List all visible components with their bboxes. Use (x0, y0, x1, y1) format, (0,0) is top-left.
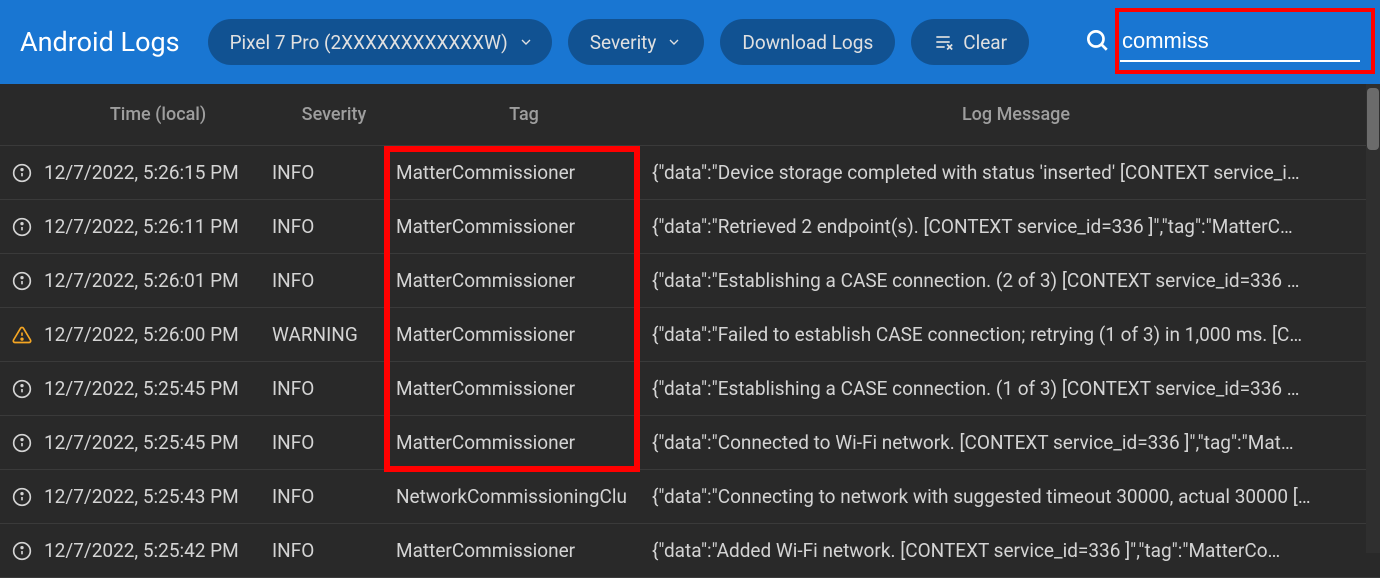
download-logs-label: Download Logs (742, 31, 873, 54)
cell-tag: MatterCommissioner (396, 269, 652, 292)
chevron-down-icon (666, 34, 682, 50)
warning-icon (0, 325, 44, 345)
info-icon (0, 271, 44, 291)
cell-severity: INFO (272, 161, 396, 184)
cell-message: {"data":"Failed to establish CASE connec… (652, 323, 1380, 346)
cell-tag: MatterCommissioner (396, 161, 652, 184)
table-body: 12/7/2022, 5:26:15 PM INFO MatterCommiss… (0, 146, 1380, 578)
info-icon (0, 541, 44, 561)
info-icon (0, 487, 44, 507)
cell-severity: INFO (272, 377, 396, 400)
device-label: Pixel 7 Pro (2XXXXXXXXXXXXW) (230, 31, 508, 54)
table-row[interactable]: 12/7/2022, 5:25:45 PM INFO MatterCommiss… (0, 416, 1380, 470)
cell-tag: MatterCommissioner (396, 539, 652, 562)
cell-tag: NetworkCommissioningClu (396, 485, 652, 508)
cell-message: {"data":"Connected to Wi-Fi network. [CO… (652, 431, 1380, 454)
cell-tag: MatterCommissioner (396, 431, 652, 454)
clear-label: Clear (963, 31, 1007, 54)
table-row[interactable]: 12/7/2022, 5:25:43 PM INFO NetworkCommis… (0, 470, 1380, 524)
severity-filter[interactable]: Severity (568, 19, 705, 65)
table-header: Time (local) Severity Tag Log Message (0, 84, 1380, 146)
table-row[interactable]: 12/7/2022, 5:25:45 PM INFO MatterCommiss… (0, 362, 1380, 416)
info-icon (0, 379, 44, 399)
chevron-down-icon (518, 34, 534, 50)
cell-time: 12/7/2022, 5:26:11 PM (44, 215, 272, 238)
cell-time: 12/7/2022, 5:25:45 PM (44, 431, 272, 454)
cell-severity: INFO (272, 485, 396, 508)
search-icon (1084, 27, 1110, 57)
cell-severity: WARNING (272, 323, 396, 346)
table-row[interactable]: 12/7/2022, 5:26:15 PM INFO MatterCommiss… (0, 146, 1380, 200)
cell-message: {"data":"Connecting to network with sugg… (652, 485, 1380, 508)
device-selector[interactable]: Pixel 7 Pro (2XXXXXXXXXXXXW) (208, 19, 552, 65)
cell-time: 12/7/2022, 5:25:43 PM (44, 485, 272, 508)
cell-tag: MatterCommissioner (396, 323, 652, 346)
table-row[interactable]: 12/7/2022, 5:26:11 PM INFO MatterCommiss… (0, 200, 1380, 254)
cell-message: {"data":"Added Wi-Fi network. [CONTEXT s… (652, 539, 1380, 562)
cell-severity: INFO (272, 539, 396, 562)
col-header-message[interactable]: Log Message (652, 104, 1380, 125)
download-logs-button[interactable]: Download Logs (720, 19, 895, 65)
info-icon (0, 163, 44, 183)
vertical-scrollbar[interactable] (1366, 84, 1380, 553)
clear-list-icon (933, 32, 953, 52)
cell-tag: MatterCommissioner (396, 215, 652, 238)
page-title: Android Logs (20, 26, 180, 58)
cell-time: 12/7/2022, 5:25:42 PM (44, 539, 272, 562)
cell-message: {"data":"Device storage completed with s… (652, 161, 1380, 184)
cell-message: {"data":"Establishing a CASE connection.… (652, 377, 1380, 400)
col-header-severity[interactable]: Severity (272, 104, 396, 125)
cell-severity: INFO (272, 215, 396, 238)
col-header-tag[interactable]: Tag (396, 104, 652, 125)
table-row[interactable]: 12/7/2022, 5:26:01 PM INFO MatterCommiss… (0, 254, 1380, 308)
cell-severity: INFO (272, 431, 396, 454)
cell-tag: MatterCommissioner (396, 377, 652, 400)
table-row[interactable]: 12/7/2022, 5:25:42 PM INFO MatterCommiss… (0, 524, 1380, 578)
scrollbar-thumb[interactable] (1367, 88, 1379, 150)
cell-message: {"data":"Establishing a CASE connection.… (652, 269, 1380, 292)
clear-button[interactable]: Clear (911, 19, 1029, 65)
cell-time: 12/7/2022, 5:26:15 PM (44, 161, 272, 184)
cell-severity: INFO (272, 269, 396, 292)
toolbar: Android Logs Pixel 7 Pro (2XXXXXXXXXXXXW… (0, 0, 1380, 84)
search-input[interactable] (1120, 22, 1360, 62)
cell-time: 12/7/2022, 5:26:00 PM (44, 323, 272, 346)
info-icon (0, 433, 44, 453)
severity-filter-label: Severity (590, 31, 657, 54)
cell-time: 12/7/2022, 5:25:45 PM (44, 377, 272, 400)
info-icon (0, 217, 44, 237)
cell-message: {"data":"Retrieved 2 endpoint(s). [CONTE… (652, 215, 1380, 238)
search-container (1084, 22, 1360, 62)
col-header-time[interactable]: Time (local) (44, 104, 272, 125)
cell-time: 12/7/2022, 5:26:01 PM (44, 269, 272, 292)
table-row[interactable]: 12/7/2022, 5:26:00 PM WARNING MatterComm… (0, 308, 1380, 362)
